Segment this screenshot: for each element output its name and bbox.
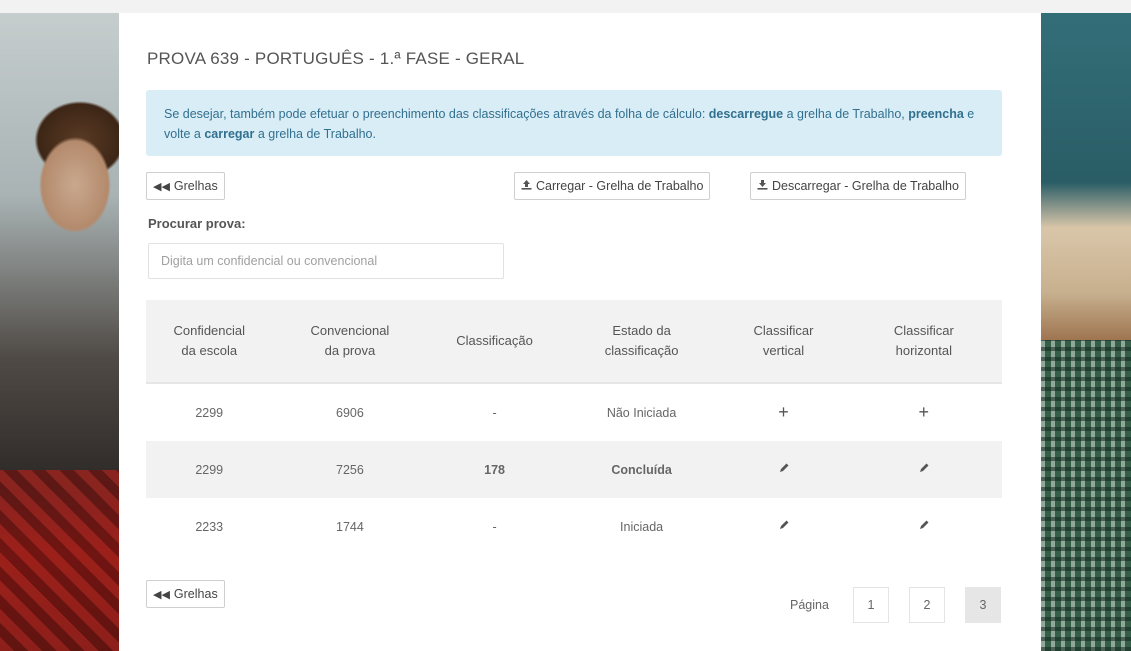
- carregar-label: Carregar - Grelha de Trabalho: [536, 179, 704, 193]
- info-bold-descarregue: descarregue: [708, 107, 784, 121]
- info-text-2: a grelha de Trabalho,: [783, 107, 909, 121]
- cell-escola: 2299: [195, 405, 224, 420]
- grelhas-label: Grelhas: [173, 179, 218, 193]
- provas-table: Confidencial da escola Convencional da pro…: [146, 300, 1002, 555]
- pencil-icon[interactable]: [918, 519, 930, 534]
- col-header-confidencial: Confidencial da escola: [146, 300, 273, 384]
- col-header-estado: Estado da classificação: [561, 300, 722, 384]
- cell-estado: Iniciada: [620, 519, 664, 534]
- descarregar-label: Descarregar - Grelha de Trabalho: [772, 179, 959, 193]
- table-row: 2299 6906 - Não Iniciada + +: [146, 383, 1002, 441]
- info-bold-preencha: preencha: [908, 107, 964, 121]
- top-bar: [0, 0, 1131, 13]
- cell-vertical: [721, 498, 845, 555]
- info-bold-carregar: carregar: [204, 127, 255, 141]
- grelhas-label: Grelhas: [173, 587, 218, 601]
- search-input[interactable]: [148, 243, 504, 279]
- cell-vertical: [721, 441, 846, 498]
- info-text-1: Se desejar, também pode efetuar o preenc…: [164, 107, 709, 121]
- table-row: 2299 7256 178 Concluída: [146, 441, 1002, 498]
- double-chevron-left-icon: ◀◀: [153, 589, 170, 601]
- cell-horizontal: [845, 441, 1002, 498]
- plus-icon[interactable]: +: [778, 402, 789, 422]
- info-text-4: a grelha de Trabalho.: [254, 127, 376, 141]
- info-alert: Se desejar, também pode efetuar o preenc…: [146, 90, 1002, 156]
- carregar-grelha-button[interactable]: Carregar - Grelha de Trabalho: [514, 172, 711, 200]
- pagination-label: Página: [790, 598, 829, 612]
- table-header-row: Confidencial da escola Convencional da pro…: [146, 300, 1002, 384]
- cell-classificacao: 178: [427, 441, 562, 498]
- double-chevron-left-icon: ◀◀: [153, 181, 170, 193]
- plus-icon[interactable]: +: [919, 402, 930, 422]
- search-label: Procurar prova:: [148, 216, 246, 231]
- background-photo-right: [1041, 0, 1131, 651]
- cell-prova: 7256: [272, 441, 428, 498]
- grelhas-back-button-bottom[interactable]: ◀◀ Grelhas: [146, 580, 225, 608]
- cell-horizontal: [846, 498, 1002, 555]
- upload-icon: [521, 174, 532, 200]
- page-button-3[interactable]: 3: [965, 587, 1001, 623]
- table-row: 2233 1744 - Iniciada: [146, 498, 1002, 555]
- cell-vertical: +: [721, 383, 845, 441]
- cell-estado: Não Iniciada: [606, 405, 677, 420]
- page-button-1[interactable]: 1: [853, 587, 889, 623]
- cell-estado: Concluída: [561, 441, 722, 498]
- main-panel: PROVA 639 - PORTUGUÊS - 1.ª FASE - GERAL…: [119, 13, 1041, 651]
- col-header-convencional: Convencional da prova: [272, 300, 428, 384]
- col-header-classificacao: Classificação: [427, 300, 562, 384]
- pencil-icon[interactable]: [778, 462, 790, 477]
- cell-escola: 2299: [146, 441, 273, 498]
- descarregar-grelha-button[interactable]: Descarregar - Grelha de Trabalho: [750, 172, 966, 200]
- page-title: PROVA 639 - PORTUGUÊS - 1.ª FASE - GERAL: [147, 49, 525, 68]
- cell-classificacao: -: [492, 405, 497, 420]
- cell-horizontal: +: [846, 383, 1002, 441]
- cell-prova: 1744: [336, 519, 364, 534]
- cell-prova: 6906: [336, 405, 364, 420]
- pencil-icon[interactable]: [778, 519, 790, 534]
- grelhas-back-button-top[interactable]: ◀◀ Grelhas: [146, 172, 225, 200]
- pencil-icon[interactable]: [918, 462, 930, 477]
- cell-classificacao: -: [492, 519, 497, 534]
- col-header-classificar-horizontal: Classificar horizontal: [845, 300, 1002, 384]
- page-button-2[interactable]: 2: [909, 587, 945, 623]
- cell-escola: 2233: [195, 519, 224, 534]
- download-icon: [757, 174, 768, 200]
- col-header-classificar-vertical: Classificar vertical: [721, 300, 846, 384]
